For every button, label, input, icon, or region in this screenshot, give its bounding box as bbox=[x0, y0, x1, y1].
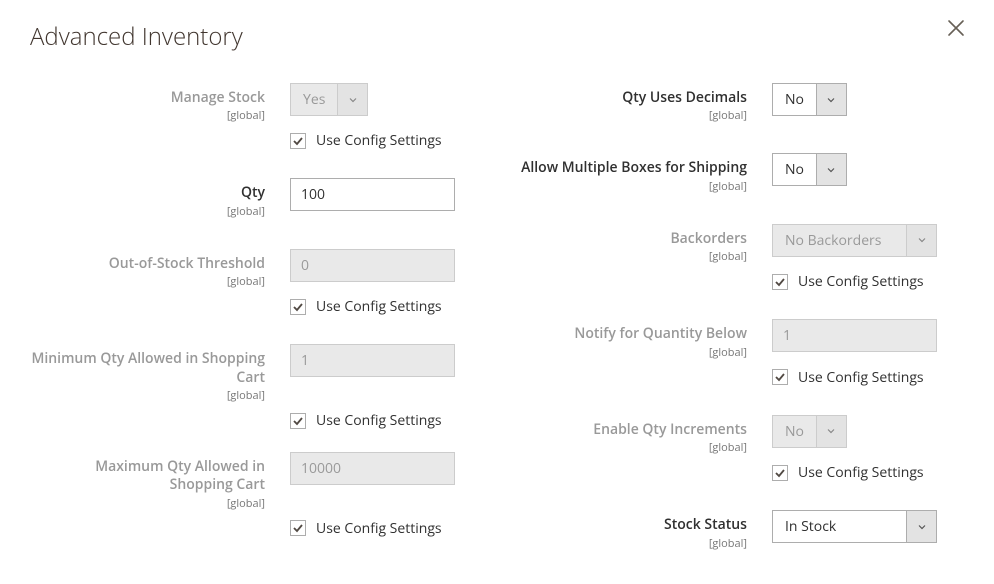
oos-threshold-use-config-checkbox[interactable] bbox=[290, 299, 306, 315]
scope-label: [global] bbox=[512, 441, 747, 455]
backorders-use-config-checkbox[interactable] bbox=[772, 274, 788, 290]
manage-stock-use-config-checkbox[interactable] bbox=[290, 133, 306, 149]
qty-input[interactable]: 100 bbox=[290, 178, 455, 211]
close-button[interactable] bbox=[946, 18, 970, 42]
field-qty: Qty [global] 100 bbox=[30, 178, 482, 218]
field-stock-status: Stock Status [global] In Stock bbox=[512, 510, 964, 550]
qty-decimals-select[interactable]: No bbox=[772, 83, 847, 116]
field-min-qty-cart: Minimum Qty Allowed in Shopping Cart [gl… bbox=[30, 344, 482, 403]
use-config-label: Use Config Settings bbox=[798, 368, 924, 387]
field-out-of-stock-threshold: Out-of-Stock Threshold [global] 0 bbox=[30, 249, 482, 289]
modal-title: Advanced Inventory bbox=[30, 20, 964, 53]
scope-label: [global] bbox=[30, 275, 265, 289]
use-config-label: Use Config Settings bbox=[316, 411, 442, 430]
oos-threshold-use-config-row: Use Config Settings bbox=[290, 297, 482, 316]
manage-stock-use-config-row: Use Config Settings bbox=[290, 131, 482, 150]
field-qty-decimals: Qty Uses Decimals [global] No bbox=[512, 83, 964, 123]
label-min-qty-cart: Minimum Qty Allowed in Shopping Cart bbox=[30, 350, 265, 386]
label-manage-stock: Manage Stock bbox=[30, 89, 265, 107]
label-qty: Qty bbox=[30, 184, 265, 202]
chevron-down-icon bbox=[337, 84, 367, 115]
chevron-down-icon bbox=[906, 225, 936, 256]
label-out-of-stock-threshold: Out-of-Stock Threshold bbox=[30, 255, 265, 273]
min-qty-use-config-row: Use Config Settings bbox=[290, 411, 482, 430]
use-config-label: Use Config Settings bbox=[798, 463, 924, 482]
field-max-qty-cart: Maximum Qty Allowed in Shopping Cart [gl… bbox=[30, 452, 482, 511]
use-config-label: Use Config Settings bbox=[798, 272, 924, 291]
scope-label: [global] bbox=[30, 205, 265, 219]
qty-increments-select: No bbox=[772, 415, 847, 448]
right-column: Qty Uses Decimals [global] No Allow Mult… bbox=[512, 83, 964, 551]
field-multi-boxes: Allow Multiple Boxes for Shipping [globa… bbox=[512, 153, 964, 193]
scope-label: [global] bbox=[512, 109, 747, 123]
chevron-down-icon bbox=[906, 511, 936, 542]
field-manage-stock: Manage Stock [global] Yes bbox=[30, 83, 482, 123]
field-backorders: Backorders [global] No Backorders bbox=[512, 224, 964, 264]
min-qty-use-config-checkbox[interactable] bbox=[290, 413, 306, 429]
label-backorders: Backorders bbox=[512, 230, 747, 248]
label-max-qty-cart: Maximum Qty Allowed in Shopping Cart bbox=[30, 458, 265, 494]
field-notify-below: Notify for Quantity Below [global] 1 bbox=[512, 319, 964, 359]
qty-increments-use-config-checkbox[interactable] bbox=[772, 465, 788, 481]
manage-stock-select: Yes bbox=[290, 83, 368, 116]
use-config-label: Use Config Settings bbox=[316, 131, 442, 150]
stock-status-select[interactable]: In Stock bbox=[772, 510, 937, 543]
scope-label: [global] bbox=[512, 346, 747, 360]
chevron-down-icon bbox=[816, 84, 846, 115]
min-qty-cart-input: 1 bbox=[290, 344, 455, 377]
use-config-label: Use Config Settings bbox=[316, 297, 442, 316]
max-qty-use-config-row: Use Config Settings bbox=[290, 519, 482, 538]
scope-label: [global] bbox=[512, 537, 747, 551]
label-qty-increments: Enable Qty Increments bbox=[512, 421, 747, 439]
multi-boxes-select[interactable]: No bbox=[772, 153, 847, 186]
qty-increments-use-config-row: Use Config Settings bbox=[772, 463, 964, 482]
max-qty-use-config-checkbox[interactable] bbox=[290, 520, 306, 536]
notify-below-use-config-checkbox[interactable] bbox=[772, 369, 788, 385]
use-config-label: Use Config Settings bbox=[316, 519, 442, 538]
max-qty-cart-input: 10000 bbox=[290, 452, 455, 485]
left-column: Manage Stock [global] Yes Use Config Set… bbox=[30, 83, 482, 551]
scope-label: [global] bbox=[512, 180, 747, 194]
scope-label: [global] bbox=[512, 250, 747, 264]
advanced-inventory-modal: Advanced Inventory Manage Stock [global]… bbox=[0, 0, 994, 571]
close-icon bbox=[946, 18, 966, 38]
chevron-down-icon bbox=[816, 416, 846, 447]
chevron-down-icon bbox=[816, 154, 846, 185]
scope-label: [global] bbox=[30, 497, 265, 511]
notify-below-input: 1 bbox=[772, 319, 937, 352]
field-qty-increments: Enable Qty Increments [global] No bbox=[512, 415, 964, 455]
backorders-select: No Backorders bbox=[772, 224, 937, 257]
scope-label: [global] bbox=[30, 389, 265, 403]
label-notify-below: Notify for Quantity Below bbox=[512, 325, 747, 343]
label-multi-boxes: Allow Multiple Boxes for Shipping bbox=[512, 159, 747, 177]
out-of-stock-threshold-input: 0 bbox=[290, 249, 455, 282]
label-qty-decimals: Qty Uses Decimals bbox=[512, 89, 747, 107]
scope-label: [global] bbox=[30, 109, 265, 123]
notify-below-use-config-row: Use Config Settings bbox=[772, 368, 964, 387]
backorders-use-config-row: Use Config Settings bbox=[772, 272, 964, 291]
label-stock-status: Stock Status bbox=[512, 516, 747, 534]
